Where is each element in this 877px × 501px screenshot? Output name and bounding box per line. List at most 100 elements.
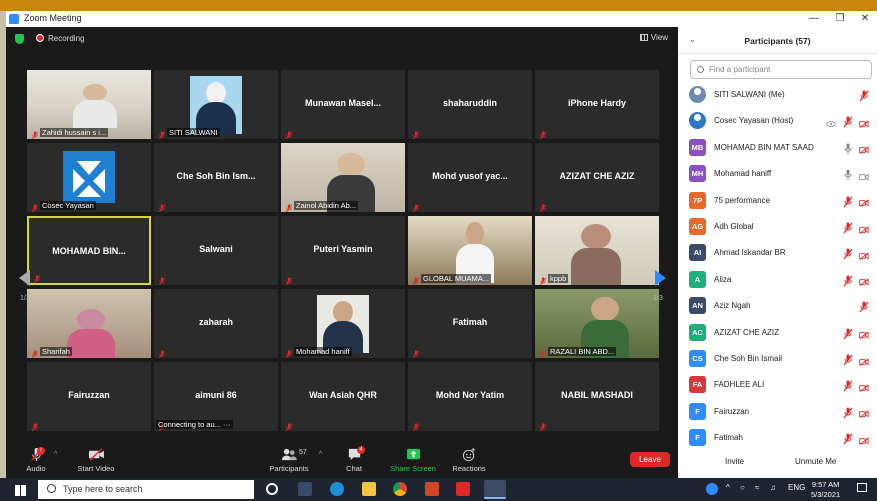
video-tile[interactable]: Sharifah — [27, 289, 151, 358]
participant-row[interactable]: FA FADHLEE ALI — [678, 371, 877, 397]
participant-row[interactable]: AG Adh Global — [678, 213, 877, 239]
tile-name: AZIZAT CHE AZIZ — [559, 171, 635, 181]
participant-row[interactable]: F Fatimah — [678, 424, 877, 450]
video-tile[interactable]: Salwani — [154, 216, 278, 285]
tile-name: Fatimah — [452, 317, 488, 327]
powerpoint-icon[interactable] — [425, 482, 439, 496]
tile-name: Munawan Masel... — [304, 98, 382, 108]
mic-icon — [843, 142, 853, 154]
participant-row[interactable]: Cosec Yayasan (Host) — [678, 107, 877, 133]
taskbar-search-box[interactable]: Type here to search — [38, 480, 254, 499]
help-icon[interactable] — [706, 483, 718, 495]
video-tile[interactable]: Zainol Abidin Ab... — [281, 143, 405, 212]
next-page-arrow-icon[interactable] — [655, 270, 666, 286]
video-tile[interactable]: shaharuddin — [408, 70, 532, 139]
reactions-button[interactable]: Reactions — [451, 447, 487, 473]
unmute-me-button[interactable]: Unmute Me — [795, 457, 836, 466]
notifications-icon[interactable] — [857, 483, 867, 492]
video-tile[interactable]: Wan Asiah QHR — [281, 362, 405, 431]
close-icon[interactable]: ✕ — [854, 11, 876, 27]
window-title: Zoom Meeting — [24, 13, 82, 23]
edge-browser-icon[interactable] — [330, 482, 344, 496]
muted-mic-icon — [859, 300, 869, 313]
file-explorer-icon[interactable] — [362, 482, 376, 496]
video-tile[interactable]: Mohd Nor Yatim — [408, 362, 532, 431]
video-tile[interactable]: Zahidi hussain s i... — [27, 70, 151, 139]
video-tile[interactable]: NABIL MASHADI — [535, 362, 659, 431]
participant-row[interactable]: F Fairuzzan — [678, 398, 877, 424]
security-shield-icon[interactable] — [15, 34, 24, 44]
task-view-icon[interactable] — [266, 483, 278, 495]
video-tile[interactable]: Puteri Yasmin — [281, 216, 405, 285]
video-tile[interactable]: aimuni 86 Connecting to au... ··· — [154, 362, 278, 431]
previous-page-arrow-icon[interactable] — [19, 270, 30, 286]
video-tile[interactable]: SITI SALWANI — [154, 70, 278, 139]
participant-row[interactable]: A Aliza — [678, 266, 877, 292]
clock-time: 9:57 AM — [811, 480, 840, 489]
wifi-icon[interactable]: ≈ — [755, 483, 759, 492]
acrobat-reader-icon[interactable] — [456, 482, 470, 496]
participants-count: 57 — [299, 449, 307, 456]
tile-caption: Connecting to au... ··· — [156, 420, 233, 429]
video-tile[interactable]: GLOBAL MUAMA... — [408, 216, 532, 285]
share-screen-button[interactable]: Share Screen — [389, 447, 437, 473]
timeline-icon[interactable] — [298, 482, 312, 496]
windows-taskbar: Type here to search ^ ○ ≈ ♫ ENG 9:57 AM … — [0, 478, 877, 501]
windows-start-icon[interactable] — [15, 485, 26, 496]
tray-expand-icon[interactable]: ^ — [726, 483, 730, 492]
video-tile[interactable]: Fairuzzan — [27, 362, 151, 431]
recording-icon — [36, 34, 44, 42]
video-tile[interactable]: Che Soh Bin Ism... — [154, 143, 278, 212]
video-tile[interactable]: Fatimah — [408, 289, 532, 358]
video-off-icon — [859, 115, 869, 128]
participant-name: Fatimah — [714, 433, 743, 443]
chrome-browser-icon[interactable] — [393, 482, 407, 496]
start-video-button[interactable]: Start Video — [76, 447, 116, 473]
video-tile[interactable]: Munawan Masel... — [281, 70, 405, 139]
video-tile[interactable]: kppb — [535, 216, 659, 285]
tile-name: zaharah — [198, 317, 233, 327]
video-tile[interactable]: AZIZAT CHE AZIZ — [535, 143, 659, 212]
spotlight-icon — [826, 115, 836, 128]
participant-name: FADHLEE ALI — [714, 380, 765, 390]
video-off-icon — [859, 379, 869, 392]
volume-icon[interactable]: ♫ — [770, 483, 776, 492]
video-tile[interactable]: Cosec Yayasan — [27, 143, 151, 212]
video-tile[interactable]: RAZALI BIN ABD... — [535, 289, 659, 358]
leave-button[interactable]: Leave — [630, 452, 670, 467]
participant-row[interactable]: SITI SALWANI (Me) — [678, 81, 877, 107]
system-clock[interactable]: 9:57 AM 5/3/2021 — [811, 480, 840, 500]
participant-row[interactable]: AI Ahmad Iskandar BR — [678, 239, 877, 265]
muted-mic-icon — [33, 271, 41, 283]
participant-row[interactable]: MB MOHAMAD BIN MAT SAAD — [678, 134, 877, 160]
video-tile[interactable]: MOHAMAD BIN... — [27, 216, 151, 285]
video-off-icon — [859, 353, 869, 366]
tile-name: Puteri Yasmin — [313, 244, 373, 254]
participant-row[interactable]: CS Che Soh Bin Ismail — [678, 345, 877, 371]
find-participant-input[interactable]: Find a participant — [690, 60, 872, 79]
participant-row[interactable]: AC AZIZAT CHE AZIZ — [678, 319, 877, 345]
language-indicator[interactable]: ENG — [788, 483, 805, 492]
zoom-taskbar-icon[interactable] — [484, 480, 506, 499]
restore-icon[interactable]: ❐ — [829, 11, 851, 27]
invite-button[interactable]: Invite — [725, 457, 744, 466]
video-tile[interactable]: iPhone Hardy — [535, 70, 659, 139]
tile-caption: SITI SALWANI — [167, 128, 220, 137]
video-tile[interactable]: Mohamad haniff — [281, 289, 405, 358]
participants-options-chevron-icon[interactable]: ^ — [319, 451, 322, 458]
video-tile[interactable]: zaharah — [154, 289, 278, 358]
minimize-icon[interactable]: — — [803, 11, 825, 27]
video-off-icon — [859, 274, 869, 287]
tile-caption: GLOBAL MUAMA... — [421, 274, 491, 283]
participant-row[interactable]: 7P 75 performance — [678, 187, 877, 213]
tile-name: Fairuzzan — [68, 390, 110, 400]
tray-app-icon[interactable]: ○ — [740, 483, 745, 492]
muted-mic-icon — [158, 346, 166, 358]
muted-mic-icon — [843, 247, 853, 260]
audio-options-chevron-icon[interactable]: ^ — [54, 451, 57, 458]
muted-mic-icon — [412, 127, 420, 139]
participant-row[interactable]: AN Aziz Ngah — [678, 292, 877, 318]
view-button[interactable]: View — [639, 33, 668, 42]
participant-row[interactable]: MH Mohamad haniff — [678, 160, 877, 186]
video-tile[interactable]: Mohd yusof yac... — [408, 143, 532, 212]
